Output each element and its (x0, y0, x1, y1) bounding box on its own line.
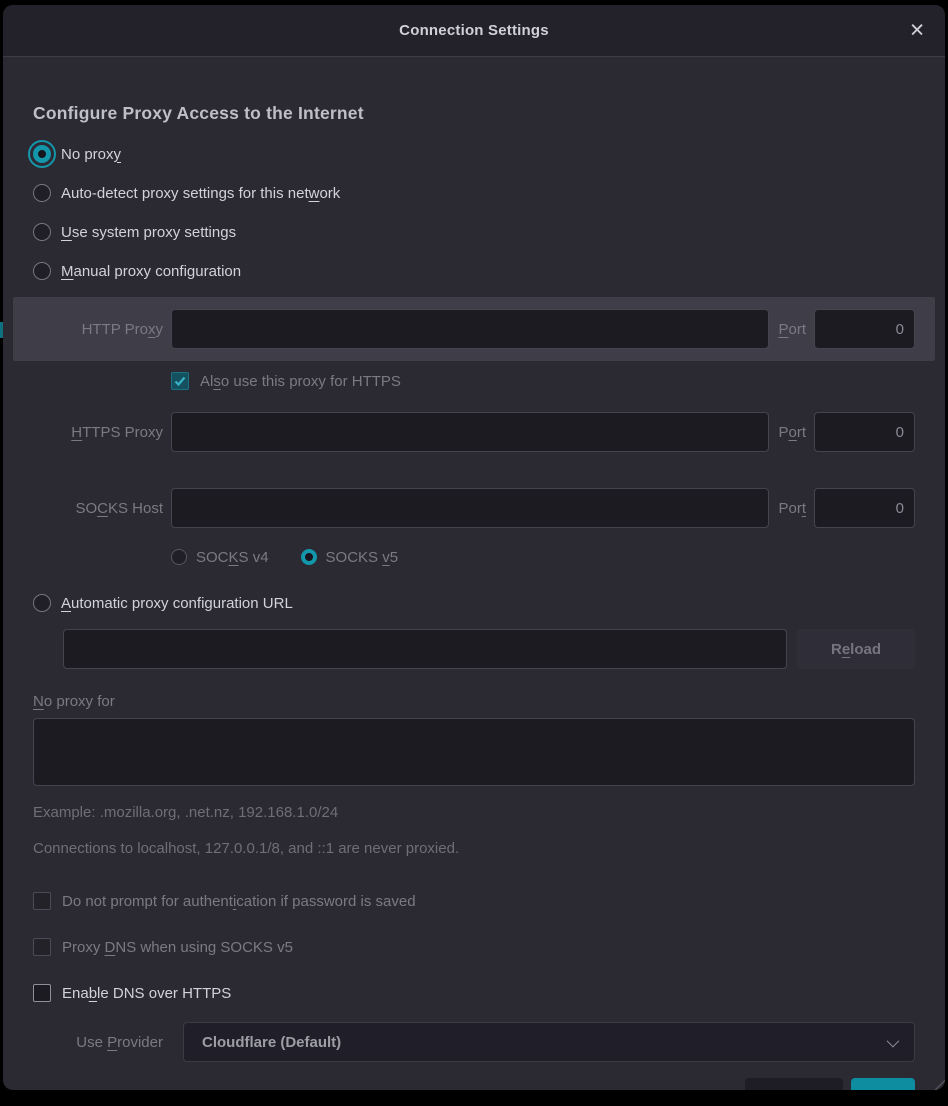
socks-v4-radio[interactable] (171, 549, 187, 565)
dialog-content: Configure Proxy Access to the Internet N… (3, 103, 945, 1090)
localhost-hint: Connections to localhost, 127.0.0.1/8, a… (33, 840, 915, 857)
socks-host-label: SOCKS Host (33, 500, 163, 517)
socks-host-input[interactable] (171, 488, 769, 528)
auto-url-input[interactable] (63, 629, 787, 669)
auto-url-input-row: Reload (63, 629, 915, 669)
dns-provider-value: Cloudflare (Default) (202, 1034, 887, 1051)
https-proxy-row: HTTPS Proxy Port (33, 412, 915, 452)
dialog-buttons: Cancel OK (33, 1078, 915, 1090)
radio-row-manual[interactable]: Manual proxy configuration (33, 258, 915, 284)
ok-button[interactable]: OK (851, 1078, 916, 1090)
dialog-title: Connection Settings (399, 22, 549, 39)
close-icon[interactable]: ✕ (909, 21, 925, 40)
proxy-dns-row[interactable]: Proxy DNS when using SOCKS v5 (33, 934, 915, 960)
auto-url-label: Automatic proxy configuration URL (61, 595, 293, 612)
no-proxy-radio[interactable] (33, 145, 51, 163)
highlight-marker (0, 322, 3, 338)
manual-proxy-radio[interactable] (33, 262, 51, 280)
socks-port-input[interactable] (814, 488, 915, 528)
http-port-label: Port (778, 321, 806, 338)
https-proxy-label: HTTPS Proxy (33, 424, 163, 441)
no-proxy-label: No proxy (61, 146, 121, 163)
radio-row-use-system[interactable]: Use system proxy settings (33, 219, 915, 245)
cancel-button[interactable]: Cancel (745, 1078, 842, 1090)
http-proxy-input[interactable] (171, 309, 769, 349)
no-prompt-auth-checkbox[interactable] (33, 892, 51, 910)
enable-doh-row[interactable]: Enable DNS over HTTPS (33, 980, 915, 1006)
dialog-titlebar: Connection Settings ✕ (3, 5, 945, 57)
enable-doh-checkbox[interactable] (33, 984, 51, 1002)
socks-port-label: Port (778, 500, 806, 517)
reload-button[interactable]: Reload (797, 629, 915, 669)
no-proxy-example-hint: Example: .mozilla.org, .net.nz, 192.168.… (33, 804, 915, 821)
auto-detect-radio[interactable] (33, 184, 51, 202)
https-port-label: Port (778, 424, 806, 441)
radio-row-no-proxy[interactable]: No proxy (33, 141, 915, 167)
http-proxy-row: HTTP Proxy Port (33, 309, 915, 349)
also-https-label: Also use this proxy for HTTPS (200, 373, 401, 390)
https-proxy-input[interactable] (171, 412, 769, 452)
http-proxy-label: HTTP Proxy (33, 321, 163, 338)
http-port-input[interactable] (814, 309, 915, 349)
check-icon (173, 374, 187, 388)
radio-row-auto-url[interactable]: Automatic proxy configuration URL (33, 590, 915, 616)
socks-host-row: SOCKS Host Port (33, 488, 915, 528)
also-https-row[interactable]: Also use this proxy for HTTPS (171, 368, 915, 394)
socks-v4-label: SOCKS v4 (196, 549, 269, 566)
connection-settings-dialog: Connection Settings ✕ Configure Proxy Ac… (3, 5, 945, 1090)
also-https-checkbox[interactable] (171, 372, 189, 390)
auto-url-radio[interactable] (33, 594, 51, 612)
radio-row-auto-detect[interactable]: Auto-detect proxy settings for this netw… (33, 180, 915, 206)
dns-provider-dropdown[interactable]: Cloudflare (Default) (183, 1022, 915, 1062)
socks-v5-radio[interactable] (301, 549, 317, 565)
auto-detect-label: Auto-detect proxy settings for this netw… (61, 185, 340, 202)
no-prompt-auth-label: Do not prompt for authentication if pass… (62, 893, 416, 910)
manual-proxy-label: Manual proxy configuration (61, 263, 241, 280)
https-port-input[interactable] (814, 412, 915, 452)
no-proxy-for-textarea[interactable] (33, 718, 915, 786)
chevron-down-icon (887, 1034, 900, 1047)
use-provider-label: Use Provider (33, 1034, 163, 1051)
no-prompt-auth-row[interactable]: Do not prompt for authentication if pass… (33, 888, 915, 914)
no-proxy-for-label: No proxy for (33, 693, 915, 710)
socks-version-row: SOCKS v4 SOCKS v5 (171, 544, 915, 570)
proxy-dns-label: Proxy DNS when using SOCKS v5 (62, 939, 293, 956)
socks-v5-label: SOCKS v5 (326, 549, 399, 566)
use-system-radio[interactable] (33, 223, 51, 241)
enable-doh-label: Enable DNS over HTTPS (62, 985, 231, 1002)
http-proxy-highlight-row: HTTP Proxy Port (13, 297, 935, 361)
proxy-dns-checkbox[interactable] (33, 938, 51, 956)
page-title: Configure Proxy Access to the Internet (33, 103, 915, 124)
use-system-label: Use system proxy settings (61, 224, 236, 241)
dns-provider-row: Use Provider Cloudflare (Default) (33, 1022, 915, 1062)
